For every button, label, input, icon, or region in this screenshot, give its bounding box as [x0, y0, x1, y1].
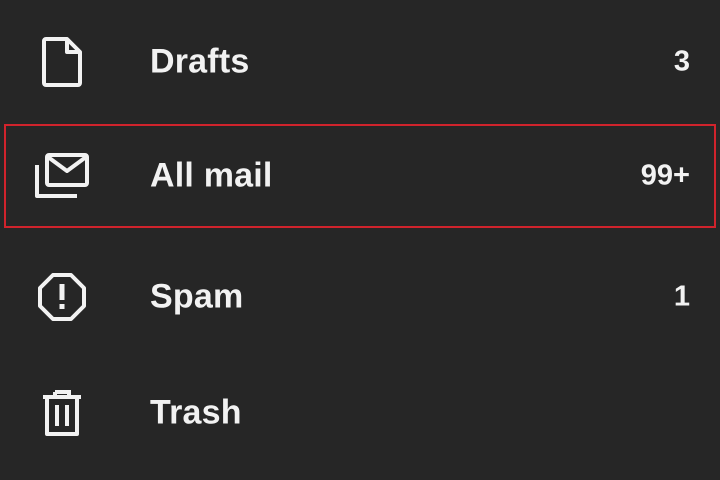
- all-mail-icon: [32, 146, 92, 206]
- nav-item-count: 3: [673, 45, 690, 78]
- nav-item-drafts[interactable]: Drafts 3: [0, 6, 720, 118]
- draft-file-icon: [32, 32, 92, 92]
- navigation-drawer: Drafts 3 All mail 99+ Spam 1 Trash: [0, 0, 720, 480]
- nav-item-label: All mail: [150, 156, 273, 195]
- nav-item-spam[interactable]: Spam 1: [0, 241, 720, 353]
- nav-item-count: 99+: [640, 159, 690, 192]
- nav-item-trash[interactable]: Trash: [0, 357, 720, 469]
- nav-item-label: Trash: [150, 393, 242, 432]
- nav-item-count: 1: [673, 280, 690, 313]
- nav-item-label: Drafts: [150, 42, 250, 81]
- nav-item-label: Spam: [150, 277, 244, 316]
- spam-octagon-icon: [32, 267, 92, 327]
- trash-icon: [32, 383, 92, 443]
- nav-item-all-mail[interactable]: All mail 99+: [0, 124, 720, 228]
